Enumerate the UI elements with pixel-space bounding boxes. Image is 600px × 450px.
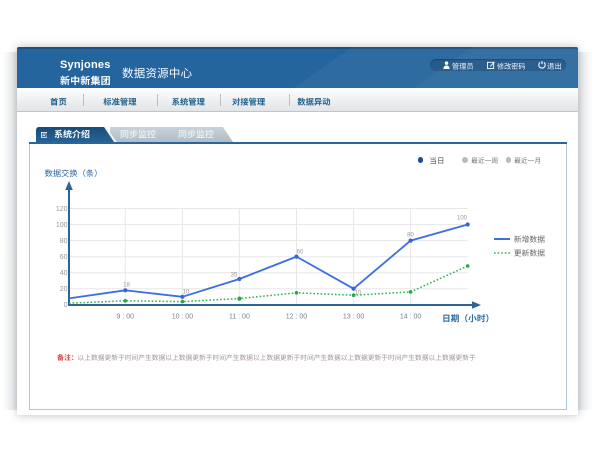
svg-text:0: 0 [64, 302, 68, 309]
svg-text:60: 60 [60, 254, 68, 261]
svg-text:10 : 00: 10 : 00 [172, 314, 194, 321]
svg-text:20: 20 [60, 286, 68, 293]
svg-text:11 : 00: 11 : 00 [229, 314, 250, 321]
svg-text:9 : 00: 9 : 00 [117, 314, 135, 321]
svg-text:10: 10 [355, 291, 362, 297]
svg-text:60: 60 [297, 250, 304, 256]
svg-text:35: 35 [231, 273, 238, 279]
svg-text:80: 80 [60, 238, 68, 245]
svg-text:10: 10 [183, 289, 190, 295]
svg-text:12 : 00: 12 : 00 [286, 314, 308, 321]
svg-text:40: 40 [60, 270, 68, 277]
svg-text:100: 100 [457, 216, 468, 222]
svg-text:14 : 00: 14 : 00 [400, 314, 422, 321]
svg-text:120: 120 [56, 206, 68, 213]
svg-text:13 : 00: 13 : 00 [343, 314, 365, 321]
svg-text:100: 100 [56, 222, 68, 229]
svg-text:80: 80 [407, 233, 414, 239]
svg-text:18: 18 [123, 282, 130, 288]
